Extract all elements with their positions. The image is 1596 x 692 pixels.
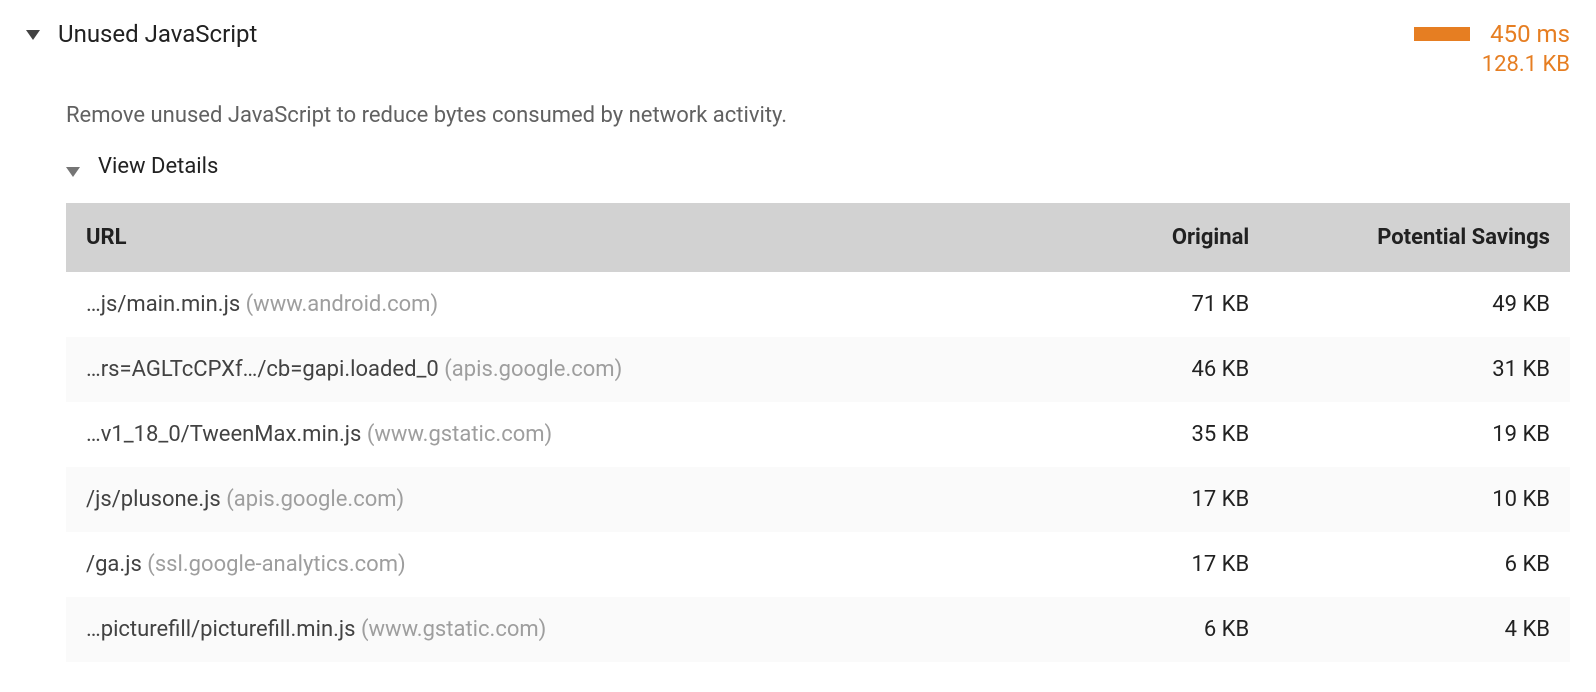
cell-savings: 6 KB <box>1269 532 1570 597</box>
audit-title: Unused JavaScript <box>58 20 1414 48</box>
cell-savings: 19 KB <box>1269 402 1570 467</box>
url-host: (www.android.com) <box>246 292 438 317</box>
url-path: …js/main.min.js <box>86 292 240 317</box>
table-row[interactable]: …rs=AGLTcCPXf…/cb=gapi.loaded_0 (apis.go… <box>66 337 1570 402</box>
cell-savings: 10 KB <box>1269 467 1570 532</box>
url-host: (apis.google.com) <box>444 357 622 382</box>
cell-url: …picturefill/picturefill.min.js (www.gst… <box>66 597 1059 662</box>
chevron-down-icon <box>26 30 40 40</box>
url-host: (www.gstatic.com) <box>361 617 546 642</box>
url-path: …picturefill/picturefill.min.js <box>86 617 356 642</box>
url-host: (www.gstatic.com) <box>367 422 552 447</box>
audit-size: 128.1 KB <box>1482 52 1570 77</box>
cell-url: …v1_18_0/TweenMax.min.js (www.gstatic.co… <box>66 402 1059 467</box>
column-header-savings[interactable]: Potential Savings <box>1269 203 1570 272</box>
audit-meta: 450 ms 128.1 KB <box>1414 20 1570 77</box>
cell-url: /js/plusone.js (apis.google.com) <box>66 467 1059 532</box>
audit-meta-top: 450 ms <box>1414 20 1570 48</box>
cell-url: …rs=AGLTcCPXf…/cb=gapi.loaded_0 (apis.go… <box>66 337 1059 402</box>
table-row[interactable]: /ga.js (ssl.google-analytics.com)17 KB6 … <box>66 532 1570 597</box>
savings-bar <box>1414 27 1470 41</box>
url-path: /ga.js <box>86 552 142 577</box>
table-row[interactable]: …picturefill/picturefill.min.js (www.gst… <box>66 597 1570 662</box>
cell-original: 35 KB <box>1059 402 1270 467</box>
table-row[interactable]: /js/plusone.js (apis.google.com)17 KB10 … <box>66 467 1570 532</box>
cell-url: /ga.js (ssl.google-analytics.com) <box>66 532 1059 597</box>
url-path: …v1_18_0/TweenMax.min.js <box>86 422 361 447</box>
view-details-label: View Details <box>98 154 218 179</box>
audit-time: 450 ms <box>1490 20 1570 48</box>
cell-savings: 49 KB <box>1269 272 1570 337</box>
column-header-url[interactable]: URL <box>66 203 1059 272</box>
cell-original: 17 KB <box>1059 467 1270 532</box>
cell-savings: 31 KB <box>1269 337 1570 402</box>
url-path: …rs=AGLTcCPXf…/cb=gapi.loaded_0 <box>86 357 439 382</box>
table-header-row: URL Original Potential Savings <box>66 203 1570 272</box>
url-host: (apis.google.com) <box>226 487 404 512</box>
table-row[interactable]: …js/main.min.js (www.android.com)71 KB49… <box>66 272 1570 337</box>
details-section: View Details URL Original Potential Savi… <box>10 154 1586 662</box>
cell-original: 71 KB <box>1059 272 1270 337</box>
cell-original: 17 KB <box>1059 532 1270 597</box>
audit-description: Remove unused JavaScript to reduce bytes… <box>10 77 1586 154</box>
cell-original: 6 KB <box>1059 597 1270 662</box>
cell-original: 46 KB <box>1059 337 1270 402</box>
details-table: URL Original Potential Savings …js/main.… <box>66 203 1570 662</box>
audit-header[interactable]: Unused JavaScript 450 ms 128.1 KB <box>10 20 1586 77</box>
url-host: (ssl.google-analytics.com) <box>147 552 405 577</box>
column-header-original[interactable]: Original <box>1059 203 1270 272</box>
view-details-toggle[interactable]: View Details <box>66 154 1570 179</box>
cell-url: …js/main.min.js (www.android.com) <box>66 272 1059 337</box>
table-row[interactable]: …v1_18_0/TweenMax.min.js (www.gstatic.co… <box>66 402 1570 467</box>
chevron-down-icon <box>66 167 80 177</box>
url-path: /js/plusone.js <box>86 487 221 512</box>
cell-savings: 4 KB <box>1269 597 1570 662</box>
